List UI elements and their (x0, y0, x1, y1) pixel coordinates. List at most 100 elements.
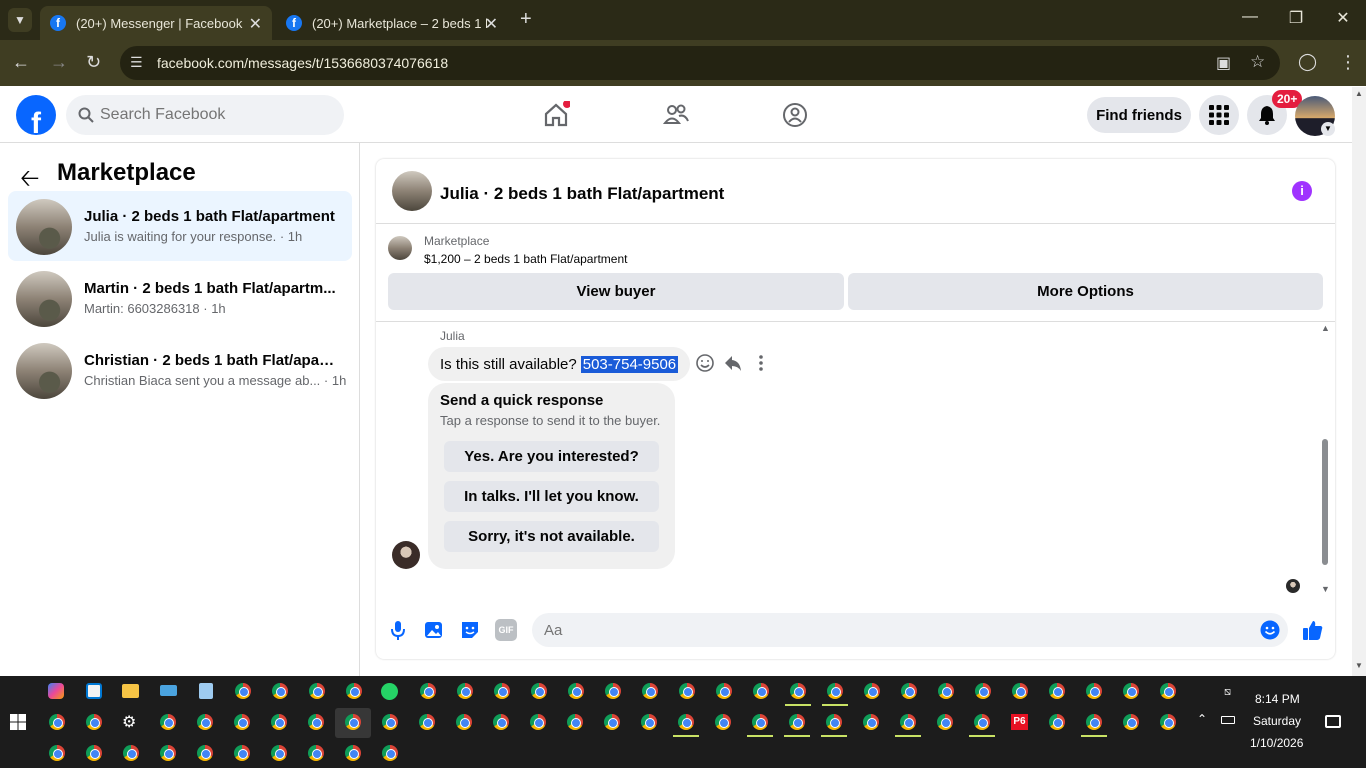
scroll-up-icon[interactable]: ▲ (1355, 89, 1363, 98)
chrome-browser-icon[interactable] (123, 745, 139, 761)
gif-icon[interactable]: GIF (495, 619, 517, 641)
react-emoji-icon[interactable] (695, 353, 715, 373)
conversation-item[interactable]: Martin · 2 beds 1 bath Flat/apartm... Ma… (8, 263, 352, 333)
scroll-up-icon[interactable]: ▲ (1321, 323, 1330, 333)
more-actions-icon[interactable] (751, 353, 771, 373)
install-app-icon[interactable]: ▣ (1216, 53, 1231, 73)
p6-app-icon[interactable]: P6 (1011, 714, 1028, 730)
profile-icon[interactable]: ◯ (1298, 52, 1317, 72)
chrome-browser-icon[interactable] (271, 714, 287, 730)
chrome-browser-icon[interactable] (234, 714, 250, 730)
windows-start-icon[interactable] (10, 714, 26, 730)
chrome-browser-icon[interactable] (86, 745, 102, 761)
photo-icon[interactable] (423, 619, 445, 641)
chrome-browser-icon[interactable] (568, 683, 584, 699)
chrome-browser-icon[interactable] (86, 714, 102, 730)
chrome-browser-icon[interactable] (235, 683, 251, 699)
chrome-browser-icon[interactable] (345, 714, 361, 730)
chrome-browser-icon[interactable] (605, 683, 621, 699)
maximize-icon[interactable]: ❐ (1284, 8, 1308, 28)
chrome-browser-icon[interactable] (1012, 683, 1028, 699)
thumbs-up-icon[interactable] (1302, 619, 1324, 641)
close-window-icon[interactable]: ✕ (1331, 8, 1355, 28)
chrome-browser-icon[interactable] (678, 714, 694, 730)
chrome-browser-icon[interactable] (1123, 714, 1139, 730)
conversation-item[interactable]: Julia · 2 beds 1 bath Flat/apartment Jul… (8, 191, 352, 261)
info-icon[interactable]: i (1292, 181, 1312, 201)
tray-chevron-icon[interactable]: ⌃ (1197, 712, 1207, 726)
chrome-browser-icon[interactable] (826, 714, 842, 730)
chrome-browser-icon[interactable] (345, 745, 361, 761)
bookmark-star-icon[interactable]: ☆ (1250, 52, 1265, 72)
home-icon[interactable] (542, 101, 570, 129)
close-tab-icon[interactable]: ✕ (485, 14, 498, 34)
conversation-item[interactable]: Christian · 2 beds 1 bath Flat/apart... … (8, 335, 352, 405)
whatsapp-icon[interactable] (381, 683, 398, 700)
copilot-icon[interactable] (48, 683, 64, 699)
close-tab-icon[interactable]: ✕ (249, 14, 262, 34)
chrome-browser-icon[interactable] (790, 683, 806, 699)
chrome-browser-icon[interactable] (863, 714, 879, 730)
chrome-browser-icon[interactable] (457, 683, 473, 699)
chrome-browser-icon[interactable] (160, 714, 176, 730)
search-box[interactable] (66, 95, 344, 135)
chrome-browser-icon[interactable] (49, 714, 65, 730)
find-friends-button[interactable]: Find friends (1087, 97, 1191, 133)
quick-response-button[interactable]: Yes. Are you interested? (444, 441, 659, 472)
chrome-browser-icon[interactable] (530, 714, 546, 730)
chrome-browser-icon[interactable] (419, 714, 435, 730)
chrome-browser-icon[interactable] (531, 683, 547, 699)
chrome-browser-icon[interactable] (715, 714, 731, 730)
forward-icon[interactable]: → (50, 52, 68, 73)
menu-kebab-icon[interactable]: ⋮ (1339, 52, 1357, 73)
chrome-browser-icon[interactable] (1086, 714, 1102, 730)
chrome-browser-icon[interactable] (494, 683, 510, 699)
tab-search-dropdown[interactable]: ▼ (8, 8, 32, 32)
settings-gear-icon[interactable]: ⚙ (122, 712, 136, 732)
address-bar[interactable]: ☰ facebook.com/messages/t/15366803740766… (120, 46, 1280, 80)
chrome-browser-icon[interactable] (641, 714, 657, 730)
store-icon[interactable] (86, 683, 102, 699)
microphone-icon[interactable] (387, 619, 409, 641)
chrome-browser-icon[interactable] (604, 714, 620, 730)
back-icon[interactable]: ← (12, 52, 30, 73)
chrome-browser-icon[interactable] (900, 714, 916, 730)
chrome-browser-icon[interactable] (49, 745, 65, 761)
chrome-browser-icon[interactable] (1123, 683, 1139, 699)
chrome-browser-icon[interactable] (1086, 683, 1102, 699)
chrome-browser-icon[interactable] (827, 683, 843, 699)
chrome-browser-icon[interactable] (937, 714, 953, 730)
clock-time[interactable]: 8:14 PM (1255, 692, 1300, 706)
chrome-browser-icon[interactable] (901, 683, 917, 699)
minimize-icon[interactable]: — (1238, 8, 1262, 26)
chrome-browser-icon[interactable] (382, 714, 398, 730)
network-icon[interactable]: ⧅ (1224, 686, 1231, 699)
groups-icon[interactable] (781, 101, 809, 129)
friends-icon[interactable] (662, 101, 690, 129)
notepad-icon[interactable] (199, 683, 213, 699)
chevron-down-icon[interactable]: ▼ (1321, 122, 1335, 136)
search-input[interactable] (100, 95, 330, 135)
chrome-browser-icon[interactable] (160, 745, 176, 761)
chrome-browser-icon[interactable] (753, 683, 769, 699)
chrome-browser-icon[interactable] (1049, 683, 1065, 699)
new-tab-icon[interactable]: + (520, 8, 532, 31)
battery-icon[interactable] (1221, 716, 1235, 724)
chrome-browser-icon[interactable] (567, 714, 583, 730)
emoji-icon[interactable] (1260, 620, 1280, 640)
message-input[interactable] (544, 613, 1244, 647)
message-composer[interactable] (532, 613, 1288, 647)
chrome-browser-icon[interactable] (382, 745, 398, 761)
chrome-browser-icon[interactable] (272, 683, 288, 699)
chrome-browser-icon[interactable] (197, 714, 213, 730)
reply-icon[interactable] (723, 353, 743, 373)
chrome-browser-icon[interactable] (789, 714, 805, 730)
file-explorer-icon[interactable] (122, 684, 139, 698)
chrome-browser-icon[interactable] (271, 745, 287, 761)
chrome-browser-icon[interactable] (752, 714, 768, 730)
chrome-browser-icon[interactable] (716, 683, 732, 699)
tab-messenger[interactable]: f (20+) Messenger | Facebook ✕ (40, 6, 272, 40)
message-phone-selected[interactable]: 503-754-9506 (580, 355, 679, 373)
chrome-browser-icon[interactable] (309, 683, 325, 699)
chrome-browser-icon[interactable] (642, 683, 658, 699)
